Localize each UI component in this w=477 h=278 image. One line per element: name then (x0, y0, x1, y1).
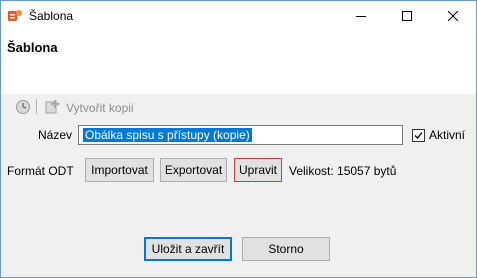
save-close-label: Uložit a zavřít (151, 242, 225, 256)
save-close-button[interactable]: Uložit a zavřít (144, 237, 232, 261)
create-copy-label[interactable]: Vytvořit kopii (66, 101, 134, 115)
name-input-value: Obálka spisu s přístupy (kopie) (83, 128, 252, 142)
check-icon (414, 131, 423, 139)
active-checkbox[interactable] (412, 128, 425, 142)
format-label: Formát ODT (7, 164, 74, 178)
add-copy-icon[interactable] (45, 99, 61, 115)
size-text: Velikost: 15057 bytů (289, 164, 397, 178)
cancel-button[interactable]: Storno (242, 237, 330, 261)
close-button[interactable] (430, 1, 476, 31)
window-title: Šablona (29, 9, 74, 23)
form-panel: Název Obálka spisu s přístupy (kopie) Ak… (1, 118, 476, 229)
toolbar: Vytvořit kopii (1, 94, 476, 118)
import-button[interactable]: Importovat (85, 158, 154, 182)
footer: Uložit a zavřít Storno (1, 229, 476, 277)
edit-button-label: Upravit (238, 163, 277, 177)
app-icon (8, 10, 22, 21)
history-icon[interactable] (15, 99, 31, 115)
maximize-button[interactable] (384, 1, 430, 31)
cancel-label: Storno (268, 242, 304, 256)
import-button-label: Importovat (91, 163, 148, 177)
name-label: Název (38, 128, 73, 142)
dialog-window: Šablona Šablona Vytvořit kopii Název Obá… (0, 0, 477, 278)
minimize-icon (356, 16, 366, 17)
close-icon (448, 11, 458, 21)
name-input[interactable]: Obálka spisu s přístupy (kopie) (78, 125, 403, 145)
edit-button[interactable]: Upravit (234, 158, 282, 182)
toolbar-separator (36, 99, 37, 114)
active-label: Aktivní (429, 128, 466, 142)
export-button[interactable]: Exportovat (160, 158, 227, 182)
export-button-label: Exportovat (164, 163, 223, 177)
header-panel: Šablona (1, 31, 476, 94)
maximize-icon (402, 11, 412, 21)
minimize-button[interactable] (338, 1, 384, 31)
page-title: Šablona (7, 40, 58, 55)
title-bar: Šablona (1, 1, 476, 31)
active-checkbox-group[interactable]: Aktivní (412, 128, 465, 142)
